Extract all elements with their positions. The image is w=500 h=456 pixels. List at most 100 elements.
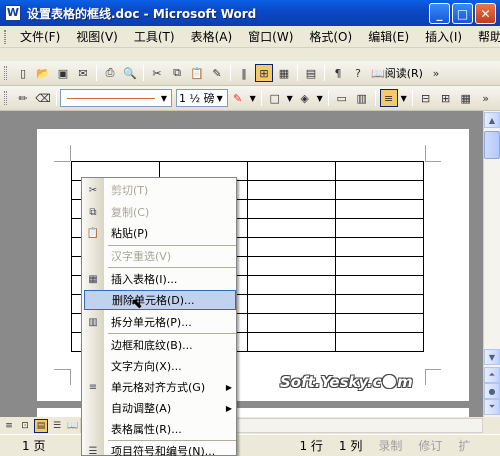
menu-item-split-cells[interactable]: ▥ 拆分单元格(P)...	[82, 312, 236, 332]
insert-excel-icon[interactable]: ▤	[302, 64, 320, 82]
menu-insert[interactable]: 插入(I)	[417, 28, 470, 45]
save-icon[interactable]: ▣	[54, 64, 72, 82]
toolbar-grip[interactable]	[4, 66, 7, 80]
previous-page-icon[interactable]: ⏶	[484, 367, 500, 383]
distribute-columns-icon[interactable]: ⊞	[437, 89, 455, 107]
merge-cells-icon[interactable]: ▭	[333, 89, 351, 107]
read-button[interactable]: 📖 阅读(R)	[368, 65, 426, 81]
menu-item-cut[interactable]: ✂ 剪切(T)	[82, 180, 236, 200]
vertical-scrollbar[interactable]: ▲ ▼ ⏶ ● ⏷	[483, 111, 500, 417]
menu-item-copy[interactable]: ⧉ 复制(C)	[82, 202, 236, 222]
table-cell[interactable]	[247, 237, 336, 257]
table-cell[interactable]	[247, 218, 336, 238]
menu-item-text-direction[interactable]: 文字方向(X)...	[82, 356, 236, 376]
menu-help[interactable]: 帮助(H)	[470, 28, 500, 45]
chevron-down-icon[interactable]: ▼	[399, 94, 409, 103]
maximize-button[interactable]: □	[452, 3, 473, 24]
toolbar-grip[interactable]	[4, 91, 7, 105]
show-hide-icon[interactable]: ¶	[329, 64, 347, 82]
menu-view[interactable]: 视图(V)	[68, 28, 126, 45]
menu-item-delete-cells[interactable]: 删除单元格(D)...	[84, 290, 236, 310]
insert-table-icon[interactable]: ▦	[275, 64, 293, 82]
columns-icon[interactable]: ‖	[235, 64, 253, 82]
table-cell[interactable]	[335, 218, 424, 238]
outside-border-icon[interactable]: □	[266, 89, 284, 107]
new-document-icon[interactable]: ▯	[14, 64, 32, 82]
menu-window[interactable]: 窗口(W)	[240, 28, 301, 45]
minimize-button[interactable]: _	[429, 3, 450, 24]
line-weight-select[interactable]: 1 ½ 磅 ▼	[176, 89, 228, 107]
copy-icon[interactable]: ⧉	[168, 64, 186, 82]
table-cell[interactable]	[335, 256, 424, 276]
menu-item-hanzi-reselect[interactable]: 汉字重选(V)	[82, 246, 236, 266]
print-preview-icon[interactable]: 🔍	[121, 64, 139, 82]
web-layout-icon[interactable]: ⊡	[18, 419, 32, 433]
menu-item-cell-alignment[interactable]: ≡ 单元格对齐方式(G) ▶	[82, 377, 236, 397]
menu-item-paste[interactable]: 📋 粘贴(P)	[82, 223, 236, 243]
open-folder-icon[interactable]: 📂	[34, 64, 52, 82]
tables-borders-icon[interactable]: ⊞	[255, 64, 273, 82]
distribute-rows-icon[interactable]: ⊟	[417, 89, 435, 107]
scroll-down-icon[interactable]: ▼	[484, 349, 500, 365]
table-cell[interactable]	[335, 294, 424, 314]
toolbar-options-icon[interactable]: »	[427, 64, 445, 82]
menu-item-bullets-numbering[interactable]: ☰ 项目符号和编号(N)...	[82, 441, 236, 456]
menubar-grip[interactable]	[4, 29, 6, 44]
scroll-thumb[interactable]	[484, 131, 500, 159]
print-layout-icon[interactable]: ▤	[34, 418, 48, 433]
toolbar-options-icon[interactable]: »	[477, 89, 495, 107]
menu-edit[interactable]: 编辑(E)	[360, 28, 417, 45]
draw-table-icon[interactable]: ✏	[14, 89, 32, 107]
reading-layout-icon[interactable]: 📖	[66, 419, 80, 433]
help-icon[interactable]: ?	[349, 64, 367, 82]
menu-item-autofit[interactable]: 自动调整(A) ▶	[82, 398, 236, 418]
chevron-down-icon[interactable]: ▼	[285, 94, 295, 103]
table-cell[interactable]	[335, 180, 424, 200]
next-page-icon[interactable]: ⏷	[484, 399, 500, 415]
print-icon[interactable]: ⎙	[101, 64, 119, 82]
menu-format[interactable]: 格式(O)	[301, 28, 360, 45]
table-cell[interactable]	[247, 256, 336, 276]
table-cell[interactable]	[247, 332, 336, 352]
table-cell[interactable]	[247, 313, 336, 333]
chevron-down-icon[interactable]: ▼	[248, 94, 258, 103]
close-button[interactable]: ✕	[475, 3, 496, 24]
menu-tools[interactable]: 工具(T)	[126, 28, 183, 45]
table-cell[interactable]	[335, 161, 424, 181]
table-cell[interactable]	[335, 199, 424, 219]
table-cell[interactable]	[247, 275, 336, 295]
table-cell[interactable]	[247, 180, 336, 200]
shading-color-icon[interactable]: ◈	[296, 89, 314, 107]
document-area[interactable]: Soft.Yesky.c🌑m	[0, 111, 483, 417]
outline-view-icon[interactable]: ☰	[50, 419, 64, 433]
status-record[interactable]: 录制	[370, 437, 410, 454]
table-cell[interactable]	[247, 161, 336, 181]
cell-align-icon[interactable]: ≡	[379, 89, 398, 107]
menu-item-borders-shading[interactable]: 边框和底纹(B)...	[82, 335, 236, 355]
table-cell[interactable]	[335, 332, 424, 352]
border-color-icon[interactable]: ✎	[229, 89, 247, 107]
paste-icon[interactable]: 📋	[188, 64, 206, 82]
status-extend[interactable]: 扩	[450, 437, 478, 454]
menu-table[interactable]: 表格(A)	[183, 28, 241, 45]
menu-file[interactable]: 文件(F)	[12, 28, 68, 45]
split-cells-icon[interactable]: ▥	[353, 89, 371, 107]
cut-icon[interactable]: ✂	[148, 64, 166, 82]
table-cell[interactable]	[335, 237, 424, 257]
format-painter-icon[interactable]: ✎	[208, 64, 226, 82]
select-browse-object-icon[interactable]: ●	[484, 383, 500, 399]
normal-view-icon[interactable]: ≡	[2, 419, 16, 433]
table-autoformat-icon[interactable]: ▦	[457, 89, 475, 107]
permission-icon[interactable]: ✉	[74, 64, 92, 82]
word-app-icon[interactable]: W	[5, 5, 21, 21]
eraser-icon[interactable]: ⌫	[34, 89, 52, 107]
table-cell[interactable]	[335, 275, 424, 295]
table-cell[interactable]	[247, 199, 336, 219]
scroll-up-icon[interactable]: ▲	[484, 112, 500, 128]
table-cell[interactable]	[335, 313, 424, 333]
status-track-changes[interactable]: 修订	[410, 437, 450, 454]
chevron-down-icon[interactable]: ▼	[315, 94, 325, 103]
menu-item-table-properties[interactable]: 表格属性(R)...	[82, 419, 236, 439]
menu-item-insert-table[interactable]: ▦ 插入表格(I)...	[82, 269, 236, 289]
table-cell[interactable]	[247, 294, 336, 314]
